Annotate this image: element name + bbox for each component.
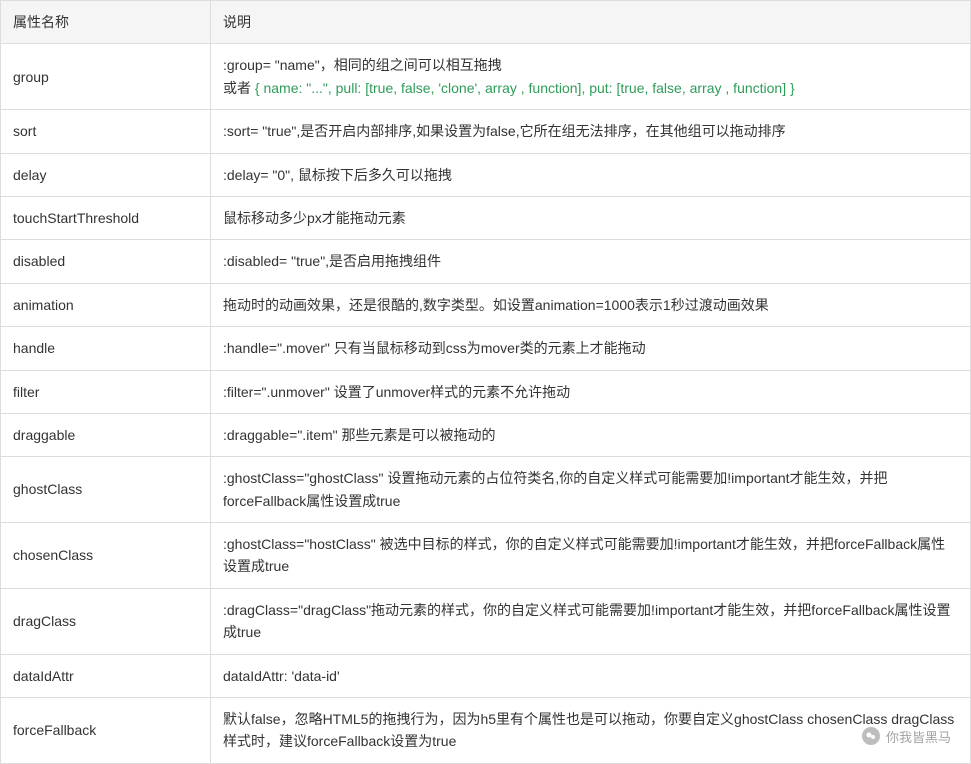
prop-name: group [1,44,211,110]
table-row: delay :delay= "0", 鼠标按下后多久可以拖拽 [1,153,971,196]
code-snippet: { name: "...", pull: [true, false, 'clon… [255,80,795,96]
prop-desc: :delay= "0", 鼠标按下后多久可以拖拽 [211,153,971,196]
prop-name: handle [1,327,211,370]
table-row: animation 拖动时的动画效果，还是很酷的,数字类型。如设置animati… [1,283,971,326]
table-row: disabled :disabled= "true",是否启用拖拽组件 [1,240,971,283]
prop-name: touchStartThreshold [1,196,211,239]
prop-desc: :ghostClass="ghostClass" 设置拖动元素的占位符类名,你的… [211,457,971,523]
prop-desc: :sort= "true",是否开启内部排序,如果设置为false,它所在组无法… [211,110,971,153]
prop-desc: dataIdAttr: 'data-id' [211,654,971,697]
table-row: touchStartThreshold 鼠标移动多少px才能拖动元素 [1,196,971,239]
col-header-name: 属性名称 [1,1,211,44]
prop-name: sort [1,110,211,153]
table-row: dataIdAttr dataIdAttr: 'data-id' [1,654,971,697]
prop-desc: :group= "name"，相同的组之间可以相互拖拽 或者 { name: "… [211,44,971,110]
prop-desc: 默认false，忽略HTML5的拖拽行为，因为h5里有个属性也是可以拖动，你要自… [211,698,971,764]
table-row: filter :filter=".unmover" 设置了unmover样式的元… [1,370,971,413]
prop-desc: :ghostClass="hostClass" 被选中目标的样式，你的自定义样式… [211,523,971,589]
prop-name: filter [1,370,211,413]
prop-desc: :filter=".unmover" 设置了unmover样式的元素不允许拖动 [211,370,971,413]
prop-desc: 鼠标移动多少px才能拖动元素 [211,196,971,239]
table-row: dragClass :dragClass="dragClass"拖动元素的样式，… [1,588,971,654]
prop-name: draggable [1,413,211,456]
table-row: handle :handle=".mover" 只有当鼠标移动到css为move… [1,327,971,370]
prop-name: forceFallback [1,698,211,764]
prop-desc: :dragClass="dragClass"拖动元素的样式，你的自定义样式可能需… [211,588,971,654]
table-row: ghostClass :ghostClass="ghostClass" 设置拖动… [1,457,971,523]
properties-table: 属性名称 说明 group :group= "name"，相同的组之间可以相互拖… [0,0,971,764]
prop-name: chosenClass [1,523,211,589]
table-row: forceFallback 默认false，忽略HTML5的拖拽行为，因为h5里… [1,698,971,764]
prop-desc: :draggable=".item" 那些元素是可以被拖动的 [211,413,971,456]
prop-desc: 拖动时的动画效果，还是很酷的,数字类型。如设置animation=1000表示1… [211,283,971,326]
table-row: draggable :draggable=".item" 那些元素是可以被拖动的 [1,413,971,456]
prop-name: ghostClass [1,457,211,523]
prop-name: disabled [1,240,211,283]
prop-name: dragClass [1,588,211,654]
col-header-desc: 说明 [211,1,971,44]
prop-name: delay [1,153,211,196]
table-row: chosenClass :ghostClass="hostClass" 被选中目… [1,523,971,589]
table-header-row: 属性名称 说明 [1,1,971,44]
table-row: group :group= "name"，相同的组之间可以相互拖拽 或者 { n… [1,44,971,110]
prop-name: dataIdAttr [1,654,211,697]
prop-name: animation [1,283,211,326]
table-row: sort :sort= "true",是否开启内部排序,如果设置为false,它… [1,110,971,153]
prop-desc: :handle=".mover" 只有当鼠标移动到css为mover类的元素上才… [211,327,971,370]
prop-desc: :disabled= "true",是否启用拖拽组件 [211,240,971,283]
